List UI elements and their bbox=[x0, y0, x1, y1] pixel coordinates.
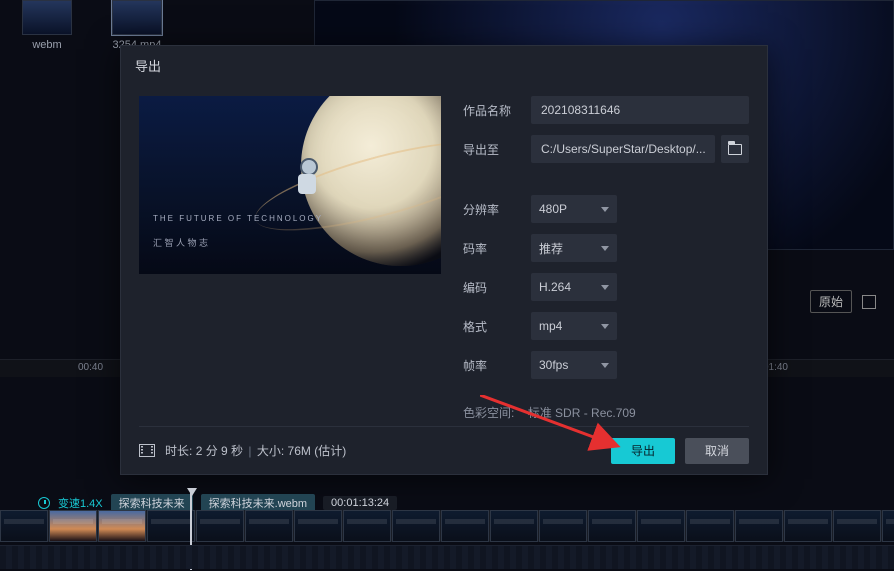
format-label: 格式 bbox=[463, 318, 519, 335]
thumbnail-image bbox=[22, 0, 72, 35]
gallery-item[interactable]: webm bbox=[12, 0, 82, 50]
duration-label: 时长: bbox=[165, 444, 192, 458]
name-label: 作品名称 bbox=[463, 102, 519, 119]
chevron-down-icon bbox=[601, 285, 609, 290]
codec-select[interactable]: H.264 bbox=[531, 273, 617, 301]
export-path-input[interactable] bbox=[531, 135, 715, 163]
ruler-tick: 00:40 bbox=[78, 362, 103, 373]
duration-value: 2 分 9 秒 bbox=[196, 444, 243, 458]
size-value: 76M (估计) bbox=[288, 444, 347, 458]
codec-label: 编码 bbox=[463, 279, 519, 296]
timeline-lower-track[interactable] bbox=[0, 545, 894, 569]
fps-label: 帧率 bbox=[463, 357, 519, 374]
chevron-down-icon bbox=[601, 246, 609, 251]
bitrate-label: 码率 bbox=[463, 240, 519, 257]
folder-icon bbox=[728, 144, 742, 155]
size-label: 大小: bbox=[257, 444, 284, 458]
path-label: 导出至 bbox=[463, 141, 519, 158]
gallery-item[interactable]: 3254.mp4 bbox=[102, 0, 172, 50]
film-icon bbox=[139, 444, 155, 457]
format-value: mp4 bbox=[539, 319, 562, 333]
original-size-button[interactable]: 原始 bbox=[810, 290, 852, 313]
project-name-input[interactable] bbox=[531, 96, 749, 124]
thumbnail-image bbox=[112, 0, 162, 35]
gallery-thumbnails: webm 3254.mp4 bbox=[0, 0, 300, 50]
bitrate-value: 推荐 bbox=[539, 240, 563, 257]
thumbnail-label: webm bbox=[12, 39, 82, 51]
cancel-button[interactable]: 取消 bbox=[685, 438, 749, 464]
resolution-label: 分辨率 bbox=[463, 201, 519, 218]
resolution-select[interactable]: 480P bbox=[531, 195, 617, 223]
resolution-value: 480P bbox=[539, 202, 567, 216]
colorspace-label: 色彩空间: bbox=[463, 406, 514, 420]
colorspace-value: 标准 SDR - Rec.709 bbox=[528, 406, 636, 420]
chevron-down-icon bbox=[601, 363, 609, 368]
codec-value: H.264 bbox=[539, 280, 571, 294]
timeline-frames[interactable] bbox=[0, 510, 894, 542]
speed-badge[interactable]: 变速1.4X bbox=[58, 495, 103, 511]
timecode: 00:01:13:24 bbox=[323, 496, 397, 510]
bitrate-select[interactable]: 推荐 bbox=[531, 234, 617, 262]
chevron-down-icon bbox=[601, 324, 609, 329]
preview-caption-2: 汇 智 人 物 志 bbox=[153, 236, 208, 249]
fullscreen-icon[interactable] bbox=[862, 295, 876, 309]
clock-icon bbox=[38, 497, 50, 509]
format-select[interactable]: mp4 bbox=[531, 312, 617, 340]
export-button[interactable]: 导出 bbox=[611, 438, 675, 464]
browse-folder-button[interactable] bbox=[721, 135, 749, 163]
export-dialog: 导出 THE FUTURE OF TECHNOLOGY 汇 智 人 物 志 作品… bbox=[120, 45, 768, 475]
chevron-down-icon bbox=[601, 207, 609, 212]
fps-select[interactable]: 30fps bbox=[531, 351, 617, 379]
dialog-title: 导出 bbox=[121, 46, 767, 86]
fps-value: 30fps bbox=[539, 358, 568, 372]
export-preview: THE FUTURE OF TECHNOLOGY 汇 智 人 物 志 bbox=[139, 96, 441, 274]
preview-caption-1: THE FUTURE OF TECHNOLOGY bbox=[153, 214, 323, 223]
